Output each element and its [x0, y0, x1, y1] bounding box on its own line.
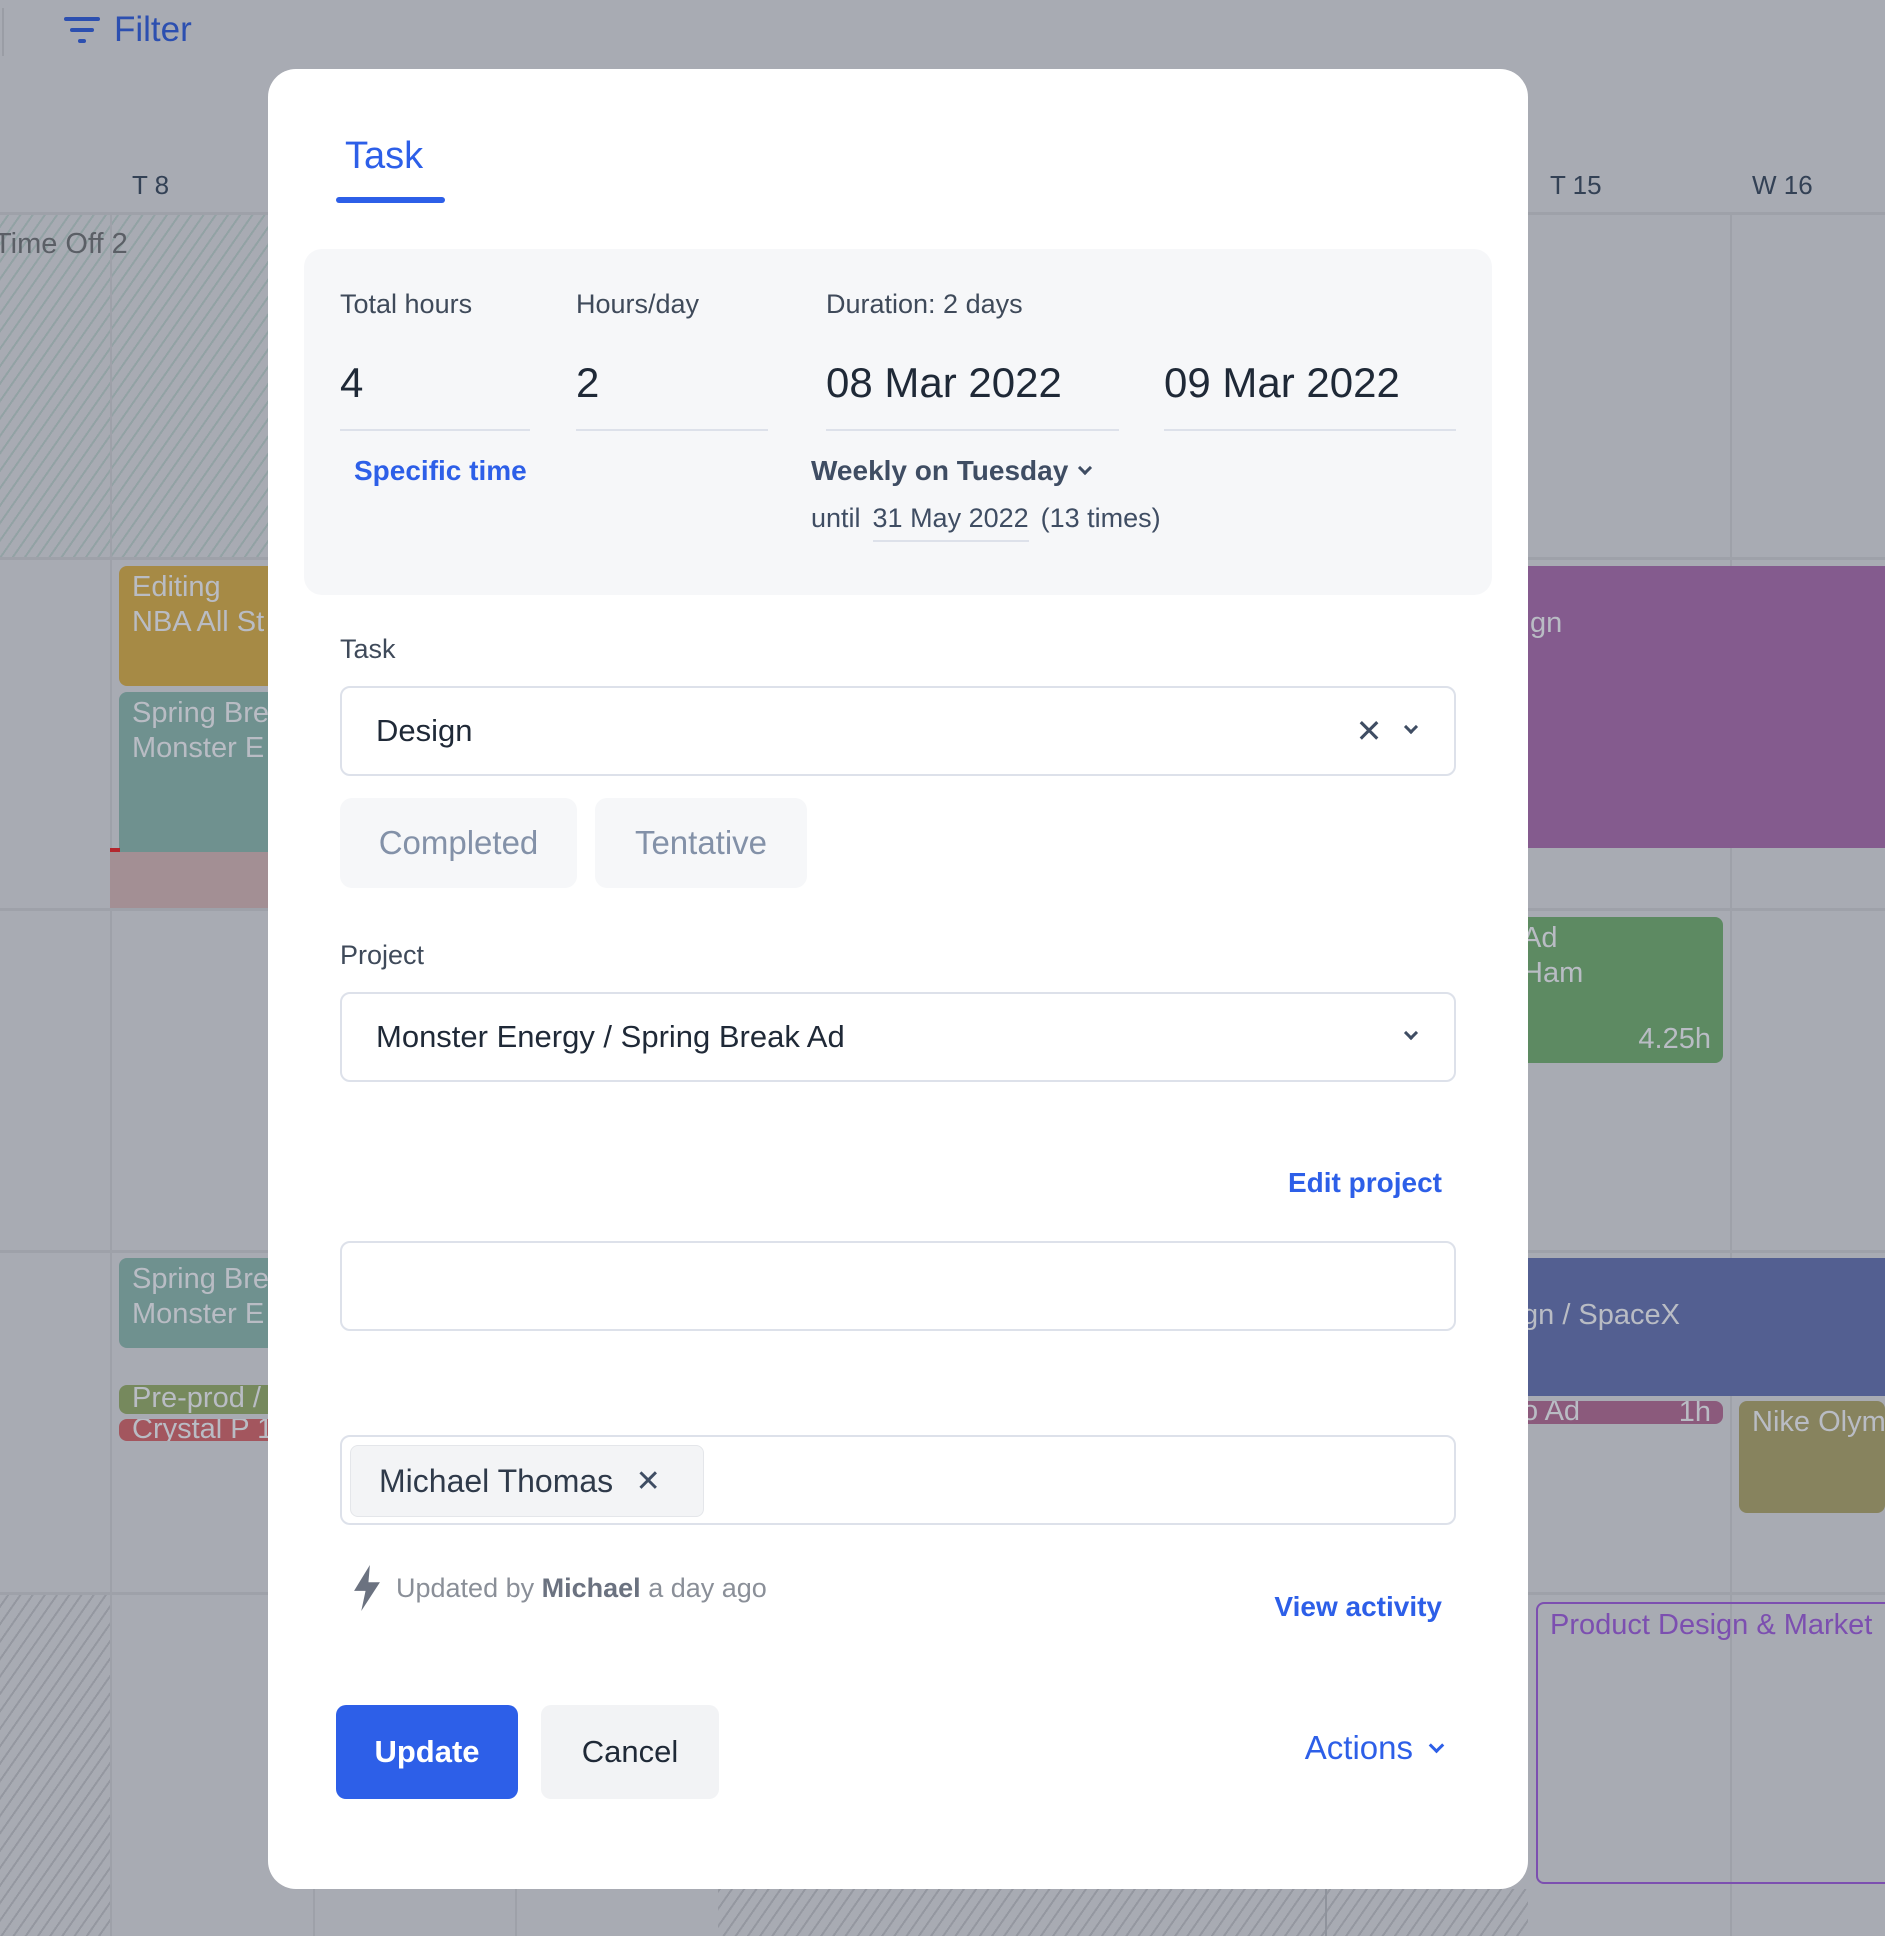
specific-time-link[interactable]: Specific time	[354, 455, 527, 487]
tab-task[interactable]: Task	[345, 135, 423, 178]
toolbar-divider	[2, 8, 4, 56]
event-subtitle: Ham	[1522, 957, 1584, 989]
input-underline	[340, 429, 530, 431]
cancel-button[interactable]: Cancel	[541, 1705, 719, 1799]
task-select[interactable]: Design ✕	[340, 686, 1456, 776]
hours-per-day-input[interactable]: 2	[576, 359, 599, 407]
remove-assignee-icon[interactable]: ✕	[633, 1464, 663, 1499]
task-modal: Task Total hours Hours/day Duration: 2 d…	[268, 69, 1528, 1889]
task-value: Design	[376, 713, 473, 748]
calendar-event[interactable]: Ad Ham 4.25h	[1500, 917, 1723, 1063]
repeat-count: (13 times)	[1040, 503, 1161, 533]
schedule-summary: Total hours Hours/day Duration: 2 days 4…	[304, 249, 1492, 595]
weekend-hatch-bottom	[718, 1889, 1528, 1936]
day-header-w16: W 16	[1752, 170, 1813, 200]
hours-per-day-label: Hours/day	[576, 289, 700, 319]
update-button[interactable]: Update	[336, 1705, 518, 1799]
event-title: Nike Olym	[1752, 1406, 1885, 1438]
weekend-hatch	[0, 1594, 110, 1936]
tentative-toggle[interactable]: Tentative	[595, 798, 807, 888]
event-title: gn / SpaceX	[1522, 1299, 1680, 1331]
calendar-event[interactable]: o Ad 1h	[1500, 1401, 1723, 1424]
actions-dropdown[interactable]: Actions	[1304, 1729, 1445, 1767]
clear-icon[interactable]: ✕	[1354, 712, 1384, 750]
duration-label: Duration: 2 days	[826, 289, 1023, 319]
lightning-icon	[354, 1565, 380, 1611]
event-title: Ad	[1522, 922, 1558, 954]
activity-user: Michael	[541, 1572, 641, 1603]
assignee-chip: Michael Thomas ✕	[350, 1445, 704, 1517]
calendar-event[interactable]: gn	[1500, 566, 1885, 848]
repeat-dropdown[interactable]: Weekly on Tuesday	[811, 455, 1093, 487]
event-hours: 1h	[1678, 1401, 1711, 1424]
input-underline	[826, 429, 1119, 431]
filter-label: Filter	[114, 10, 192, 49]
notes-input[interactable]	[340, 1241, 1456, 1331]
task-label: Task	[340, 634, 396, 664]
chevron-down-icon	[1428, 1737, 1445, 1753]
filter-button[interactable]: Filter	[64, 8, 192, 52]
overtime-block	[110, 852, 270, 908]
total-hours-input[interactable]: 4	[340, 359, 363, 407]
calendar-event[interactable]: Product Design & Market	[1536, 1602, 1885, 1884]
activity-info: Updated by Michael a day ago	[352, 1565, 767, 1611]
repeat-label: Weekly on Tuesday	[811, 455, 1069, 486]
until-date-input[interactable]: 31 May 2022	[872, 503, 1029, 542]
chevron-down-icon	[1403, 1025, 1419, 1041]
project-value: Monster Energy / Spring Break Ad	[376, 1019, 845, 1054]
day-header-t8: T 8	[132, 170, 170, 200]
activity-prefix: Updated by	[396, 1572, 535, 1603]
chevron-down-icon	[1403, 719, 1419, 735]
actions-label: Actions	[1304, 1729, 1413, 1766]
time-off-label: Time Off 2	[0, 228, 128, 260]
input-underline	[576, 429, 768, 431]
end-date-input[interactable]: 09 Mar 2022	[1164, 359, 1400, 407]
assignee-name: Michael Thomas	[379, 1462, 614, 1499]
view-activity-link[interactable]: View activity	[1274, 1591, 1442, 1623]
calendar-event[interactable]: Nike Olym	[1739, 1401, 1885, 1513]
calendar-event[interactable]: gn / SpaceX	[1500, 1258, 1885, 1396]
project-label: Project	[340, 940, 425, 970]
top-toolbar: Filter	[0, 0, 1885, 70]
event-title: Product Design & Market	[1550, 1609, 1873, 1641]
completed-toggle[interactable]: Completed	[340, 798, 577, 888]
total-hours-label: Total hours	[340, 289, 473, 319]
repeat-until: until 31 May 2022 (13 times)	[811, 503, 1161, 542]
project-select[interactable]: Monster Energy / Spring Break Ad	[340, 992, 1456, 1082]
until-prefix: until	[811, 503, 861, 533]
day-header-t15: T 15	[1550, 170, 1602, 200]
chevron-down-icon	[1078, 460, 1093, 476]
assignee-input[interactable]: Michael Thomas ✕	[340, 1435, 1456, 1525]
input-underline	[1164, 429, 1456, 431]
time-off-block	[0, 215, 268, 557]
edit-project-link[interactable]: Edit project	[1288, 1167, 1442, 1199]
start-date-input[interactable]: 08 Mar 2022	[826, 359, 1062, 407]
filter-icon	[64, 15, 100, 45]
activity-suffix: a day ago	[648, 1572, 767, 1603]
grid-line	[110, 215, 112, 1936]
event-title: gn	[1530, 607, 1563, 639]
event-hours: 4.25h	[1638, 1023, 1711, 1055]
tab-active-indicator	[336, 197, 445, 203]
